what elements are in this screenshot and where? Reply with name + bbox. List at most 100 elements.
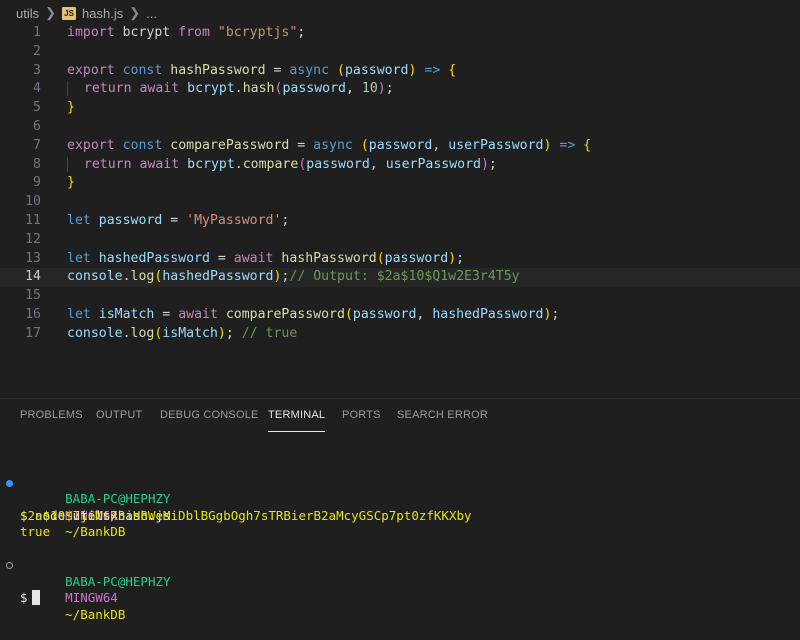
code-token: => (559, 137, 576, 153)
code-line[interactable]: 3 export const hashPassword = async (pass… (0, 62, 800, 81)
code-token: ; (551, 306, 560, 322)
code-line[interactable]: 1 import bcrypt from "bcryptjs"; (0, 24, 800, 43)
code-line[interactable]: 2 (0, 43, 800, 62)
code-token: await (139, 156, 180, 172)
code-token: export (67, 62, 115, 78)
code-token: let (67, 212, 91, 228)
line-number: 3 (33, 62, 41, 78)
terminal-input-line[interactable]: $ (0, 557, 800, 605)
code-token: const (122, 62, 163, 78)
panel-tab-search-error[interactable]: SEARCH ERROR (397, 409, 488, 431)
line-number: 16 (25, 306, 41, 322)
command-success-icon[interactable] (6, 479, 13, 487)
code-token: ) (480, 156, 489, 172)
code-token: bcrypt (114, 25, 179, 40)
code-token: password (352, 306, 417, 322)
code-token: ; (488, 156, 497, 172)
code-line[interactable]: 5} (0, 99, 800, 118)
code-line[interactable]: 4 return await bcrypt.hash(password, 10)… (0, 80, 800, 99)
chevron-right-icon: ❯ (45, 5, 57, 20)
code-token: { (583, 137, 592, 153)
terminal[interactable]: BABA-PC@HEPHZY MINGW64 ~/BankDB $ node u… (0, 458, 800, 622)
code-token: return (83, 156, 132, 172)
terminal-output-line: $2a$10$7jeMtR3iH8WeMiDblBGgbOgh7sTRBierB… (0, 491, 800, 523)
code-token: bcrypt (187, 156, 235, 172)
code-token: await (139, 81, 180, 97)
javascript-file-icon: JS (62, 6, 77, 20)
code-line[interactable]: 8 return await bcrypt.compare(password, … (0, 156, 800, 175)
panel-tab-debug-console[interactable]: DEBUG CONSOLE (160, 409, 259, 431)
code-token: const (122, 137, 163, 153)
code-token: password (384, 250, 449, 266)
command-pending-icon[interactable] (6, 562, 13, 569)
terminal-path: ~/BankDB (65, 606, 126, 622)
line-number: 8 (33, 156, 41, 172)
code-token: ( (360, 137, 369, 153)
panel-tab-ports[interactable]: PORTS (342, 409, 381, 431)
code-editor[interactable]: 1 import bcrypt from "bcryptjs"; 2 3 export … (0, 24, 800, 364)
breadcrumb-more[interactable]: ... (146, 6, 157, 21)
panel-tab-terminal[interactable]: TERMINAL (268, 409, 326, 432)
code-token: password (344, 62, 409, 78)
indent-guide (67, 81, 84, 97)
code-text: console.log(isMatch); // true (67, 325, 297, 344)
code-token: // Output: $2a$10$Q1w2E3r4T5y (289, 269, 520, 285)
code-token: hashedPassword (98, 250, 210, 266)
code-token: comparePassword (225, 306, 345, 322)
code-token: } (67, 175, 75, 191)
code-line[interactable]: 11 let password = 'MyPassword'; (0, 212, 800, 231)
line-number: 14 (25, 269, 41, 285)
line-number: 15 (25, 288, 41, 304)
code-token: . (234, 156, 243, 172)
code-line[interactable]: 9} (0, 174, 800, 193)
code-token: isMatch (98, 306, 155, 322)
code-line[interactable]: 13 let hashedPassword = await hashPasswor… (0, 250, 800, 269)
line-number: 17 (25, 325, 41, 341)
line-number: 1 (33, 25, 41, 40)
panel-tab-problems[interactable]: PROBLEMS (20, 409, 83, 431)
code-token: { (448, 62, 457, 78)
breadcrumb-folder[interactable]: utils (16, 6, 39, 21)
code-token: password (306, 156, 370, 172)
chevron-right-icon: ❯ (129, 5, 141, 20)
code-token: hashedPassword (432, 306, 544, 322)
code-token: export (67, 137, 115, 153)
code-token: 10 (361, 81, 378, 97)
indent-guide (67, 156, 84, 172)
code-line[interactable]: 12 (0, 231, 800, 250)
code-token: } (67, 100, 75, 116)
code-line[interactable]: 10 (0, 193, 800, 212)
line-number: 12 (25, 231, 41, 247)
code-token: bcrypt (187, 81, 235, 97)
code-token: . (122, 325, 131, 341)
code-line[interactable]: 14 console.log(hashedPassword);// Output:… (0, 268, 800, 288)
line-number: 5 (33, 100, 41, 116)
code-token: console (67, 325, 123, 341)
panel-tab-output[interactable]: OUTPUT (96, 409, 142, 431)
code-line[interactable]: 17 console.log(isMatch); // true (0, 325, 800, 344)
breadcrumb-file[interactable]: hash.js (82, 6, 123, 21)
code-text: return await bcrypt.hash(password, 10); (67, 80, 394, 99)
code-token: hashedPassword (162, 269, 274, 285)
code-token: console (67, 269, 123, 285)
code-token: userPassword (448, 137, 544, 153)
code-line[interactable]: 16 let isMatch = await comparePassword(pa… (0, 306, 800, 325)
code-token: log (130, 325, 155, 341)
code-line[interactable]: 6 (0, 118, 800, 137)
code-token: . (234, 81, 243, 97)
code-line[interactable]: 15 (0, 287, 800, 306)
code-token: from (178, 25, 210, 40)
code-text: export const hashPassword = async (passw… (67, 62, 456, 81)
code-line[interactable]: 7 export const comparePassword = async (p… (0, 137, 800, 156)
terminal-output-line: true (0, 508, 800, 539)
code-token: password (282, 81, 346, 97)
code-token: ) (217, 325, 226, 341)
code-token: , (432, 137, 449, 153)
line-number: 7 (33, 137, 41, 153)
